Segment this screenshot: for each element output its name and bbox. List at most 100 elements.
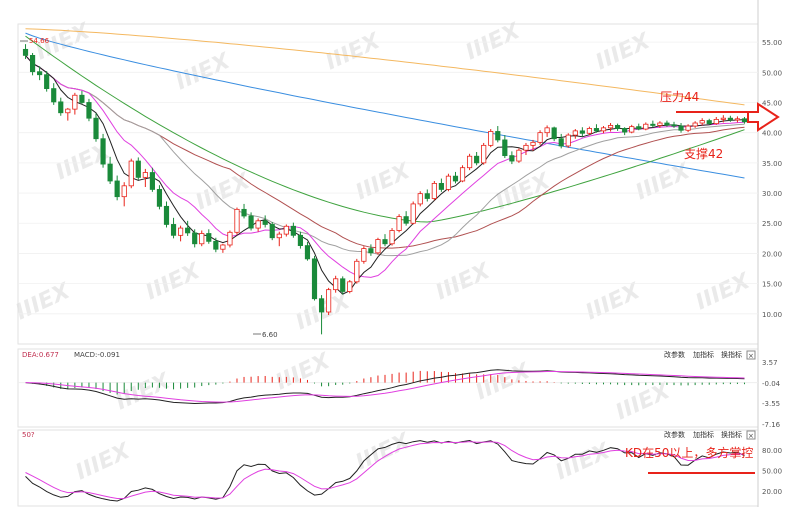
candle-body: [142, 172, 148, 178]
candle-body: [537, 132, 543, 143]
macd-params-button[interactable]: 改参数: [664, 350, 685, 359]
candle-body: [297, 234, 304, 246]
candle-body: [678, 125, 684, 131]
kd-swap-indicator-button[interactable]: 换指标: [721, 430, 742, 439]
high-price-label: 54.66: [29, 37, 50, 45]
candle-body: [107, 163, 113, 182]
candle-body: [128, 160, 134, 187]
macd-swap-indicator-button[interactable]: 换指标: [721, 350, 742, 359]
candle-body: [445, 175, 452, 190]
kd-tick-label: 20.00: [762, 488, 782, 496]
resistance-label: 压力44: [660, 90, 699, 104]
candle-body: [523, 144, 529, 151]
kd-params-button[interactable]: 改参数: [664, 430, 685, 439]
candle-body: [643, 123, 649, 130]
watermark-text: IIIEX: [352, 158, 415, 205]
candle-body: [734, 118, 741, 121]
watermark-text: IIIEX: [142, 258, 205, 305]
ma30-line: [25, 55, 745, 249]
candle-body: [199, 233, 205, 245]
candle-body: [741, 118, 748, 123]
candle-body: [333, 278, 339, 291]
candle-body: [452, 175, 459, 182]
candle-body: [65, 108, 71, 114]
candle-body: [699, 120, 705, 124]
candle-body: [396, 216, 402, 231]
candle-body: [424, 193, 430, 199]
candle-body: [375, 239, 381, 254]
watermark-text: IIIEX: [612, 378, 675, 425]
candle-body: [727, 117, 733, 121]
candle-body: [459, 167, 466, 182]
candle-body: [255, 220, 261, 229]
candle-body: [586, 128, 592, 134]
candle-body: [410, 203, 416, 224]
candle-body: [149, 172, 155, 190]
price-tick-label: 20.00: [762, 250, 782, 258]
candle-body: [509, 155, 515, 162]
kd-tick-label: 80.00: [762, 447, 782, 455]
watermark-text: IIIEX: [472, 358, 535, 405]
watermark-text: IIIEX: [322, 28, 385, 75]
low-price-label: 6.60: [262, 331, 278, 339]
candle-body: [290, 225, 296, 236]
stock-chart: IIIEX IIIEX IIIEX IIIEX IIIEX IIIEX IIIEX IIIEX…: [12, 0, 782, 507]
macd-tick-label: -7.16: [762, 421, 781, 429]
candle-body: [72, 94, 78, 110]
macd-tick-label: -0.04: [762, 380, 781, 388]
candle-body: [403, 216, 409, 224]
macd-value-label: MACD:-0.091: [74, 351, 120, 359]
candle-body: [615, 125, 621, 129]
price-tick-label: 30.00: [762, 190, 782, 198]
candle-body: [551, 127, 557, 140]
price-tick-label: 45.00: [762, 99, 782, 107]
candle-body: [629, 126, 635, 133]
candle-body: [156, 189, 163, 207]
candle-body: [713, 118, 719, 125]
price-tick-label: 50.00: [762, 69, 782, 77]
candle-body: [283, 225, 289, 235]
price-tick-label: 25.00: [762, 220, 782, 228]
candle-body: [185, 227, 191, 234]
kd-axis-ticks: 80.00 50.00 20.00: [762, 447, 782, 496]
watermark-text: IIIEX: [112, 368, 175, 415]
candle-body: [657, 122, 663, 126]
candle-body: [37, 71, 43, 76]
resistance-arrow-icon: [747, 102, 780, 132]
candle-body: [121, 185, 127, 198]
candle-body: [706, 120, 712, 125]
watermark-text: IIIEX: [12, 278, 75, 325]
watermark-text: IIIEX: [692, 268, 755, 315]
macd-add-indicator-button[interactable]: 加指标: [693, 350, 714, 359]
candle-body: [234, 208, 240, 233]
candle-body: [347, 281, 353, 292]
candle-body: [262, 220, 268, 225]
candle-body: [86, 102, 92, 119]
candle-body: [622, 128, 628, 133]
candle-body: [664, 122, 670, 126]
watermark-text: IIIEX: [192, 168, 255, 215]
watermark-text: IIIEX: [632, 158, 695, 205]
watermark-text: IIIEX: [582, 278, 645, 325]
candle-body: [170, 224, 177, 236]
candle-body: [558, 138, 564, 147]
candle-body: [58, 101, 64, 114]
candle-body: [579, 130, 585, 134]
candle-body: [607, 125, 614, 129]
price-tick-label: 55.00: [762, 39, 782, 47]
kd-close-icon: ×: [748, 432, 754, 440]
candle-body: [304, 245, 311, 260]
candle-body: [600, 127, 607, 132]
candle-body: [685, 125, 691, 131]
candle-body: [389, 230, 395, 245]
candle-body: [593, 128, 600, 132]
price-tick-label: 40.00: [762, 130, 782, 138]
candle-body: [206, 233, 212, 242]
candle-body: [671, 124, 677, 127]
candle-body: [79, 94, 85, 103]
candle-body: [502, 139, 508, 157]
candle-body: [326, 289, 332, 313]
macd-axis-ticks: 3.57 -0.04 -3.55 -7.16: [762, 359, 781, 429]
kd-add-indicator-button[interactable]: 加指标: [693, 430, 714, 439]
kd-note-label: KD在50以上，多方掌控: [625, 445, 753, 460]
